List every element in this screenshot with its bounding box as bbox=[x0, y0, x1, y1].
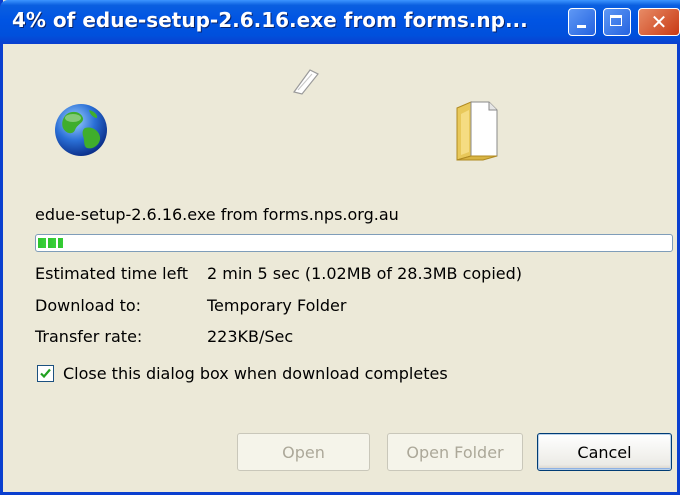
window-title: 4% of edue-setup-2.6.16.exe from forms.n… bbox=[12, 8, 528, 32]
close-button[interactable]: ✕ bbox=[638, 8, 680, 36]
download-dialog: 4% of edue-setup-2.6.16.exe from forms.n… bbox=[0, 0, 680, 495]
download-to-label: Download to: bbox=[35, 296, 142, 315]
transfer-rate-label: Transfer rate: bbox=[35, 327, 143, 346]
folder-icon bbox=[456, 101, 498, 161]
globe-icon bbox=[55, 104, 107, 156]
maximize-button[interactable] bbox=[603, 8, 631, 36]
minimize-button[interactable] bbox=[568, 8, 596, 36]
title-bar[interactable]: 4% of edue-setup-2.6.16.exe from forms.n… bbox=[0, 0, 680, 44]
checkmark-icon bbox=[40, 368, 51, 379]
download-progress-bar bbox=[35, 234, 673, 252]
close-when-complete-label[interactable]: Close this dialog box when download comp… bbox=[63, 364, 448, 383]
close-icon: ✕ bbox=[650, 10, 668, 34]
open-folder-button[interactable]: Open Folder bbox=[387, 433, 523, 471]
download-source: edue-setup-2.6.16.exe from forms.nps.org… bbox=[35, 205, 399, 224]
download-to-value: Temporary Folder bbox=[207, 296, 347, 315]
paper-icon bbox=[292, 69, 319, 95]
progress-fill bbox=[38, 238, 63, 248]
close-when-complete-checkbox[interactable] bbox=[37, 365, 54, 382]
open-button[interactable]: Open bbox=[237, 433, 370, 471]
cancel-button[interactable]: Cancel bbox=[537, 433, 672, 471]
estimated-time-value: 2 min 5 sec (1.02MB of 28.3MB copied) bbox=[207, 264, 523, 283]
estimated-time-label: Estimated time left bbox=[35, 264, 189, 283]
transfer-rate-value: 223KB/Sec bbox=[207, 327, 294, 346]
